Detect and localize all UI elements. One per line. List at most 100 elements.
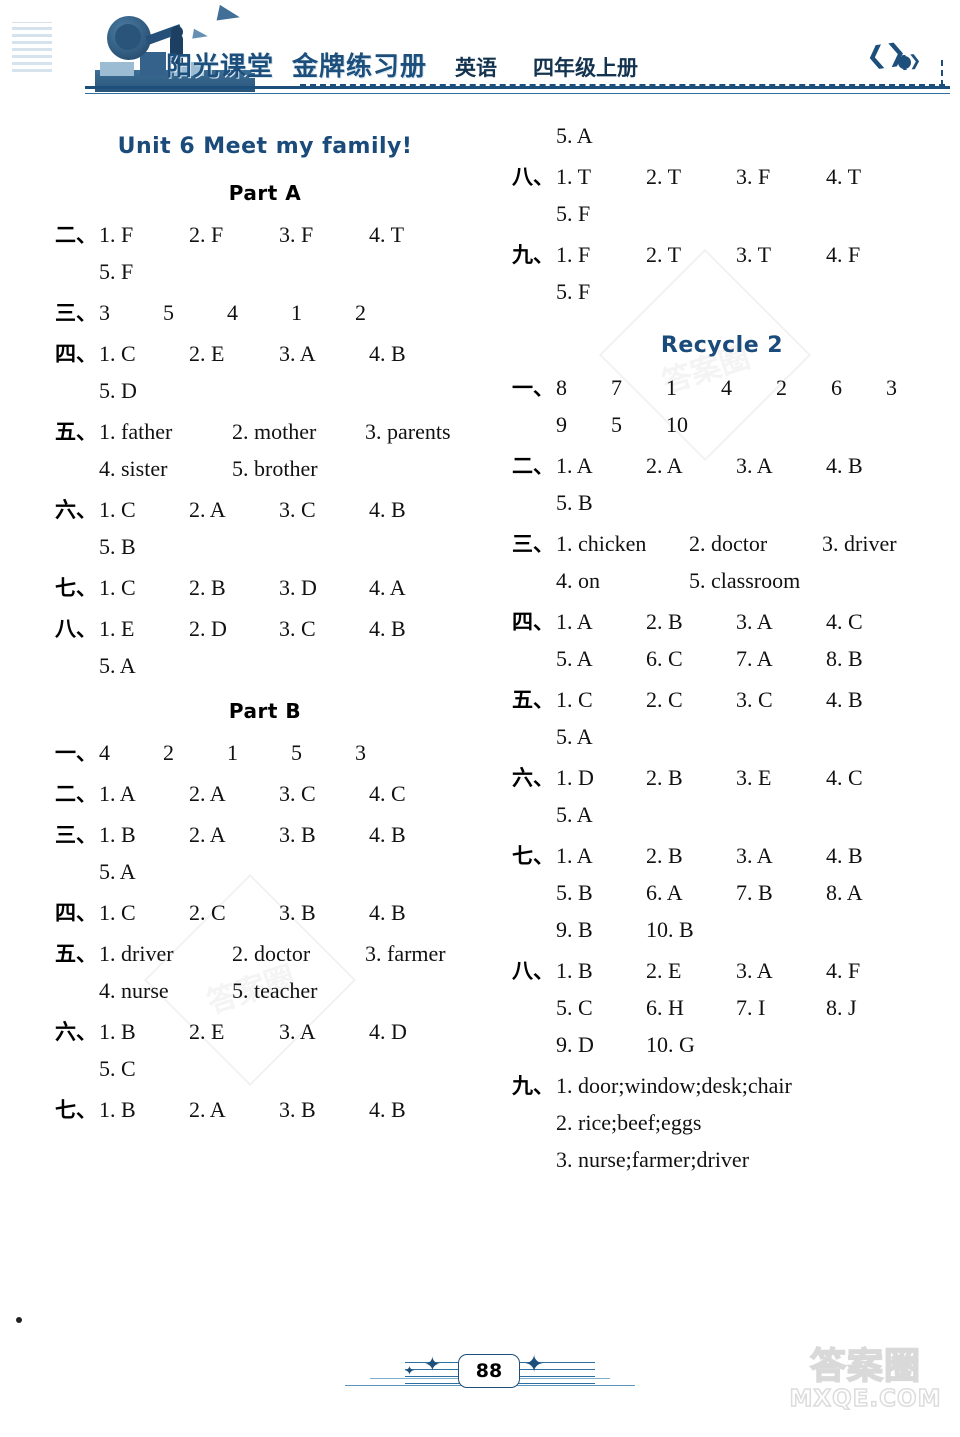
answer-items: 1. C 2. E 3. A 4. B <box>99 343 475 365</box>
answer-index-label: 九、 <box>512 243 554 267</box>
answer-item: 5. B <box>556 490 593 515</box>
answer-items: 1. father 2. mother 3. parents <box>99 421 498 443</box>
answer-item: 3. A <box>279 1019 316 1044</box>
answer-index-label: 五、 <box>55 942 97 966</box>
answer-item: 3. nurse;farmer;driver <box>556 1147 750 1172</box>
answer-item: 2 <box>776 375 787 400</box>
answer-row: 九、 1. F 2. T 3. T 4. F <box>512 244 932 266</box>
answer-item: 3. T <box>736 242 772 267</box>
answer-item: 5. D <box>99 378 137 403</box>
answer-item: 3. B <box>279 822 316 847</box>
answer-item: 2. D <box>189 616 227 641</box>
part-b-answer-list-continued: 5. A 八、 1. T 2. T 3. F 4. T 5. F 九、 1. F 2. T 3. T… <box>512 125 932 303</box>
answer-index-label: 九、 <box>512 1074 554 1098</box>
answer-row: 一、 4 2 1 5 3 <box>55 742 475 764</box>
answer-item: 1 <box>666 375 677 400</box>
answer-index-label: 二、 <box>55 223 97 247</box>
answer-items: 4. on 5. classroom <box>556 570 932 592</box>
answer-item: 3. A <box>736 453 773 478</box>
answer-item: 4. F <box>826 958 861 983</box>
answer-item: 4. D <box>369 1019 407 1044</box>
answer-item: 3. A <box>736 609 773 634</box>
answer-item: 5. C <box>99 1056 136 1081</box>
answer-row: 5. B <box>55 536 475 558</box>
answer-items: 9 5 10 <box>556 414 932 436</box>
answer-row: 5. B 6. A 7. B 8. A <box>512 882 932 904</box>
answer-item: 4. B <box>369 497 406 522</box>
answer-row: 5. C <box>55 1058 475 1080</box>
page-number-badge: 88 <box>458 1354 520 1388</box>
answer-item: 3 <box>99 300 110 325</box>
answer-index-label: 八、 <box>512 959 554 983</box>
part-a-heading: Part A <box>228 181 302 205</box>
brand-title-secondary: 金牌练习册 <box>292 52 428 82</box>
answer-index-label: 七、 <box>55 576 97 600</box>
answer-index-label: 八、 <box>512 165 554 189</box>
answer-row: 六、 1. B 2. E 3. A 4. D <box>55 1021 475 1043</box>
page-footer: ✦ ✦ ✦ 88 <box>0 1350 960 1422</box>
telescope-pedestal-mid <box>140 52 166 76</box>
answer-item: 2. doctor <box>689 531 768 556</box>
answer-item: 1. C <box>99 900 136 925</box>
answer-item: 2. doctor <box>232 941 311 966</box>
answer-item: 4. C <box>826 765 863 790</box>
answer-item: 4. B <box>826 843 863 868</box>
answer-items: 4. sister 5. brother <box>99 458 475 480</box>
answer-item: 7. B <box>736 880 773 905</box>
answer-row: 七、 1. B 2. A 3. B 4. B <box>55 1099 475 1121</box>
answer-item: 8. J <box>826 995 857 1020</box>
answer-item: 4. B <box>826 687 863 712</box>
answer-item: 1. father <box>99 419 173 444</box>
answer-index-label: 四、 <box>55 901 97 925</box>
recycle-heading: Recycle 2 <box>660 333 784 358</box>
answer-row: 4. nurse 5. teacher <box>55 980 475 1002</box>
answer-item: 5. A <box>556 646 593 671</box>
answer-item: 2 <box>355 300 366 325</box>
answer-index-label: 二、 <box>55 782 97 806</box>
answer-items: 2. rice;beef;eggs <box>556 1112 932 1134</box>
answer-index-label: 七、 <box>512 844 554 868</box>
answer-item: 5. A <box>556 724 593 749</box>
answer-index-label: 三、 <box>55 301 97 325</box>
answer-item: 2. A <box>189 781 226 806</box>
answer-index-label: 三、 <box>512 532 554 556</box>
answer-item: 4. nurse <box>99 978 169 1003</box>
answer-item: 4 <box>721 375 732 400</box>
answer-item: 5. classroom <box>689 568 801 593</box>
answer-item: 2. T <box>646 164 682 189</box>
answer-items: 1. A 2. A 3. A 4. B <box>556 455 932 477</box>
answer-item: 8. A <box>826 880 863 905</box>
pinwheel-icon-3: ✦ <box>524 1350 545 1378</box>
answer-item: 1. C <box>99 497 136 522</box>
answer-items: 5. A <box>99 861 475 883</box>
answer-row: 四、 1. C 2. E 3. A 4. B <box>55 343 475 365</box>
answer-item: 3. A <box>736 843 773 868</box>
answer-item: 2. A <box>189 822 226 847</box>
answer-item: 5. F <box>99 259 134 284</box>
answer-item: 4. B <box>369 900 406 925</box>
answer-item: 5. A <box>556 802 593 827</box>
answer-items: 1. C 2. C 3. B 4. B <box>99 902 475 924</box>
answer-item: 4. B <box>369 341 406 366</box>
answer-index-label: 一、 <box>512 376 554 400</box>
answer-row: 九、 1. door;window;desk;chair <box>512 1075 932 1097</box>
answer-item: 2. mother <box>232 419 317 444</box>
answer-item: 4. T <box>826 164 862 189</box>
answer-item: 1. C <box>556 687 593 712</box>
answer-item: 4. B <box>369 616 406 641</box>
answer-row: 二、 1. A 2. A 3. C 4. C <box>55 783 475 805</box>
answer-row: 五、 1. father 2. mother 3. parents <box>55 421 475 443</box>
answer-item: 4. C <box>826 609 863 634</box>
answer-item: 1. B <box>99 1097 136 1122</box>
answer-item: 1. door;window;desk;chair <box>556 1073 792 1098</box>
answer-row: 5. F <box>512 203 932 225</box>
answer-item: 1. E <box>99 616 135 641</box>
answer-item: 1. B <box>99 822 136 847</box>
answer-item: 5. A <box>556 123 593 148</box>
answer-items: 9. D 10. G <box>556 1034 932 1056</box>
pinwheel-icon-2: ✦ <box>404 1364 415 1379</box>
answer-items: 3 5 4 1 2 <box>99 302 475 324</box>
answer-row: 5. B <box>512 492 932 514</box>
answer-item: 2. F <box>189 222 224 247</box>
answer-item: 1. A <box>556 843 593 868</box>
